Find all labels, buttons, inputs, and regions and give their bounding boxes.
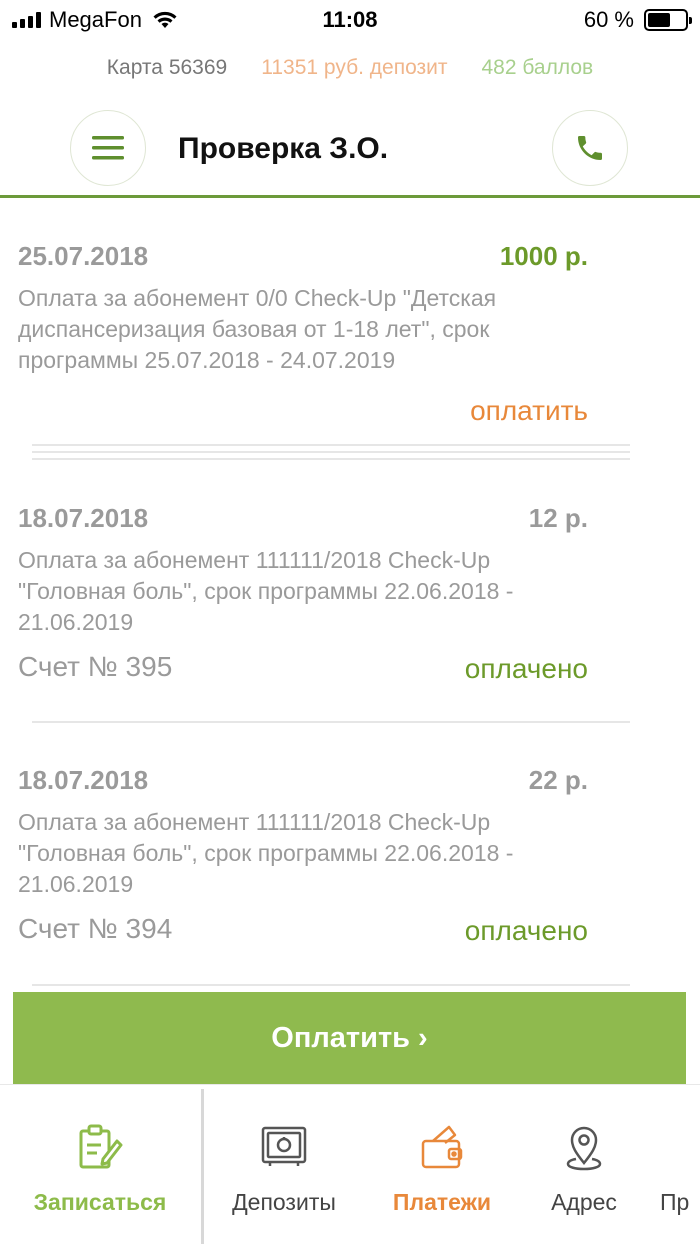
map-pin-icon xyxy=(564,1121,604,1173)
payment-date: 18.07.2018 xyxy=(18,503,149,533)
payment-amount: 22 р. xyxy=(528,765,588,795)
nav-item-deposits[interactable]: Депозиты xyxy=(204,1085,364,1244)
bottom-nav: Записаться Депозиты Платежи Адрес Пр xyxy=(0,1084,700,1244)
nav-item-payments[interactable]: Платежи xyxy=(368,1085,516,1244)
menu-button[interactable] xyxy=(70,110,146,186)
phone-icon xyxy=(578,136,602,160)
divider xyxy=(32,984,630,986)
divider xyxy=(32,451,630,453)
battery-percent: 60 % xyxy=(583,7,634,32)
invoice-number: Счет № 395 xyxy=(18,651,173,682)
payment-item: 25.07.2018 1000 р. Оплата за абонемент 0… xyxy=(18,241,588,431)
payment-status: оплачено xyxy=(464,653,588,684)
account-summary: Карта 56369 11351 руб. депозит 482 балло… xyxy=(0,56,700,80)
header: Проверка З.О. xyxy=(0,108,700,198)
nav-label: Платежи xyxy=(392,1189,492,1215)
divider xyxy=(32,458,630,460)
deposit-balance: 11351 руб. депозит xyxy=(261,56,448,79)
divider xyxy=(32,721,630,723)
nav-item-more[interactable]: Пр xyxy=(660,1085,700,1244)
nav-label: Записаться xyxy=(33,1189,167,1215)
invoice-number: Счет № 394 xyxy=(18,913,173,944)
divider xyxy=(32,444,630,446)
payment-date: 25.07.2018 xyxy=(18,241,149,271)
payment-description: Оплата за абонемент 111111/2018 Check-Up… xyxy=(18,809,514,897)
wallet-card-icon xyxy=(419,1121,465,1173)
payment-item: 18.07.2018 22 р. Оплата за абонемент 111… xyxy=(18,765,588,955)
call-button[interactable] xyxy=(552,110,628,186)
pay-link[interactable]: оплатить xyxy=(470,395,588,427)
payment-item: 18.07.2018 12 р. Оплата за абонемент 111… xyxy=(18,503,588,693)
nav-label: Пр xyxy=(660,1189,690,1215)
battery-icon xyxy=(644,9,692,31)
safe-icon xyxy=(260,1121,308,1173)
status-right: 60 % xyxy=(583,7,692,33)
payment-status: оплачено xyxy=(464,915,588,946)
nav-label: Адрес xyxy=(551,1189,617,1215)
menu-icon xyxy=(92,136,124,160)
payment-description: Оплата за абонемент 111111/2018 Check-Up… xyxy=(18,547,514,635)
card-number: Карта 56369 xyxy=(106,56,228,79)
page-title: Проверка З.О. xyxy=(178,132,389,165)
clipboard-pen-icon xyxy=(77,1121,123,1173)
bonus-points: 482 баллов xyxy=(481,56,594,79)
status-bar: MegaFon 11:08 60 % xyxy=(0,0,700,40)
battery-fill xyxy=(648,13,670,27)
nav-label: Депозиты xyxy=(232,1189,336,1215)
nav-item-address[interactable]: Адрес xyxy=(516,1085,652,1244)
nav-item-appointment[interactable]: Записаться xyxy=(0,1085,200,1244)
payment-amount: 12 р. xyxy=(528,503,588,533)
payment-date: 18.07.2018 xyxy=(18,765,149,795)
pay-button[interactable]: Оплатить › xyxy=(13,992,686,1084)
payment-description: Оплата за абонемент 0/0 Check-Up "Детска… xyxy=(18,285,497,373)
payment-amount: 1000 р. xyxy=(499,241,588,271)
